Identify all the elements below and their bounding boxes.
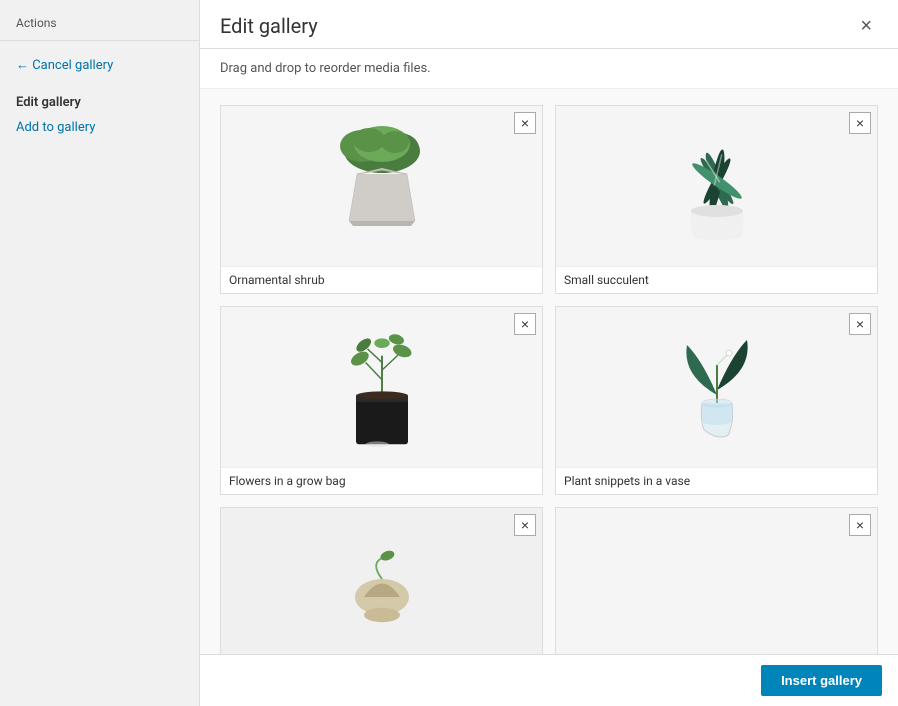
modal-header: Edit gallery × xyxy=(200,0,898,49)
sidebar-divider xyxy=(0,40,199,41)
caption-input[interactable] xyxy=(564,474,869,488)
drag-hint: Drag and drop to reorder media files. xyxy=(200,49,898,89)
caption-input[interactable] xyxy=(229,474,534,488)
item-image-container: × xyxy=(221,106,542,266)
item-image-container: × xyxy=(556,508,877,654)
close-modal-button[interactable]: × xyxy=(854,14,878,38)
remove-item-button[interactable]: × xyxy=(849,514,871,536)
gallery-item: × xyxy=(555,507,878,654)
add-to-gallery-link[interactable]: Add to gallery xyxy=(0,116,199,139)
cancel-gallery-link[interactable]: ← Cancel gallery xyxy=(0,53,199,77)
item-image-container: × xyxy=(221,307,542,467)
item-caption[interactable] xyxy=(556,266,877,293)
caption-input[interactable] xyxy=(229,273,534,287)
gallery-item: × xyxy=(555,105,878,294)
sidebar-actions-label: Actions xyxy=(0,16,199,40)
remove-item-button[interactable]: × xyxy=(849,313,871,335)
gallery-item: × xyxy=(555,306,878,495)
item-caption[interactable] xyxy=(221,467,542,494)
remove-item-button[interactable]: × xyxy=(514,313,536,335)
modal-footer: Insert gallery xyxy=(200,654,898,706)
item-caption[interactable] xyxy=(556,467,877,494)
modal-title: Edit gallery xyxy=(220,14,318,38)
gallery-grid: × xyxy=(220,105,878,654)
sidebar-section-title: Edit gallery xyxy=(0,89,199,116)
item-caption[interactable] xyxy=(221,266,542,293)
remove-item-button[interactable]: × xyxy=(514,514,536,536)
remove-item-button[interactable]: × xyxy=(849,112,871,134)
remove-item-button[interactable]: × xyxy=(514,112,536,134)
item-image-container: × xyxy=(556,307,877,467)
gallery-item: × xyxy=(220,105,543,294)
main-content: Edit gallery × Drag and drop to reorder … xyxy=(200,0,898,706)
gallery-item: × xyxy=(220,507,543,654)
gallery-item: × xyxy=(220,306,543,495)
gallery-area[interactable]: × xyxy=(200,89,898,654)
caption-input[interactable] xyxy=(564,273,869,287)
item-image-container: × xyxy=(556,106,877,266)
sidebar: Actions ← Cancel gallery Edit gallery Ad… xyxy=(0,0,200,706)
item-image-container: × xyxy=(221,508,542,654)
insert-gallery-button[interactable]: Insert gallery xyxy=(761,665,882,696)
